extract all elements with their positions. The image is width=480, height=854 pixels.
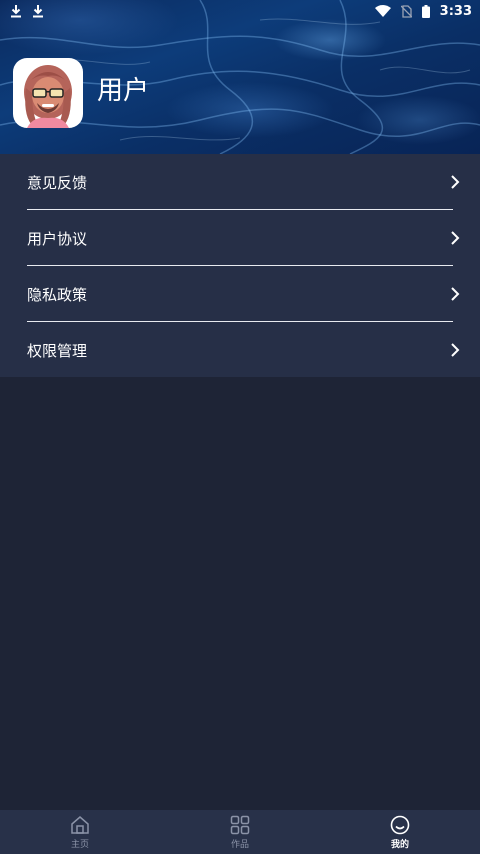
status-time: 3:33 — [439, 3, 472, 19]
nav-item-mine[interactable]: 我的 — [320, 810, 480, 854]
battery-icon — [421, 4, 430, 18]
nav-label: 我的 — [390, 839, 409, 850]
profile-header: 3:33 用户 — [0, 0, 480, 154]
wifi-icon — [374, 5, 391, 17]
nav-label: 作品 — [230, 839, 249, 850]
settings-menu: 意见反馈 用户协议 隐私政策 权限管理 — [0, 154, 480, 377]
nav-item-works[interactable]: 作品 — [160, 810, 320, 854]
no-sim-icon — [400, 4, 412, 18]
menu-item-label: 用户协议 — [27, 229, 88, 248]
chevron-right-icon — [451, 231, 460, 245]
menu-item-permissions[interactable]: 权限管理 — [0, 322, 480, 378]
download-icon — [11, 5, 21, 18]
menu-item-label: 权限管理 — [27, 341, 88, 360]
avatar-cartoon — [24, 65, 72, 128]
menu-item-user-agreement[interactable]: 用户协议 — [0, 210, 480, 266]
menu-item-label: 隐私政策 — [27, 285, 88, 304]
smile-icon — [390, 815, 410, 834]
download-icon — [33, 5, 43, 18]
nav-label: 主页 — [70, 839, 89, 850]
status-bar: 3:33 — [0, 0, 480, 22]
chevron-right-icon — [451, 287, 460, 301]
username: 用户 — [97, 76, 150, 106]
bottom-nav: 主页 作品 我的 — [0, 810, 480, 854]
chevron-right-icon — [451, 175, 460, 189]
avatar[interactable] — [13, 58, 83, 128]
menu-item-label: 意见反馈 — [27, 173, 88, 192]
chevron-right-icon — [451, 343, 460, 357]
menu-item-feedback[interactable]: 意见反馈 — [0, 154, 480, 210]
nav-item-home[interactable]: 主页 — [0, 810, 160, 854]
grid-icon — [230, 815, 250, 834]
home-icon — [71, 815, 89, 834]
menu-item-privacy-policy[interactable]: 隐私政策 — [0, 266, 480, 322]
